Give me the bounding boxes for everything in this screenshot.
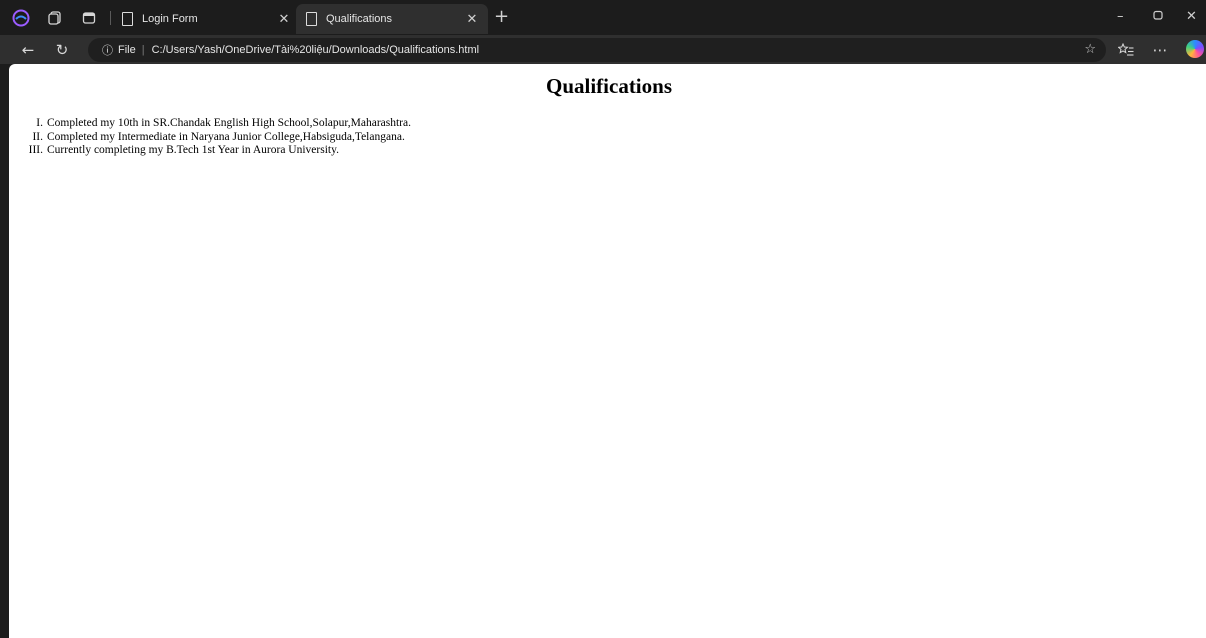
page-icon [304,12,318,26]
restore-icon[interactable] [1152,9,1164,25]
address-bar[interactable]: ⓘ File | C:/Users/Yash/OneDrive/Tài%20li… [88,38,1106,62]
window-close-icon[interactable]: ✕ [1186,9,1197,24]
tab-label: Login Form [142,13,198,25]
tab-qualifications[interactable]: Qualifications ✕ [296,4,488,34]
tab-label: Qualifications [326,13,393,25]
page-title: Qualifications [545,74,672,98]
minimize-icon[interactable]: – [1117,9,1124,24]
more-icon[interactable]: ⋯ [1150,40,1170,60]
list-item: I. Completed my 10th in SR.Chandak Engli… [9,117,709,131]
list-item-text: Completed my 10th in SR.Chandak English … [47,117,411,129]
list-item: III. Currently completing my B.Tech 1st … [9,144,709,158]
info-icon[interactable]: ⓘ [102,42,113,58]
address-divider: | [141,44,145,56]
back-arrow-icon[interactable]: ← [18,40,38,60]
list-item: II. Completed my Intermediate in Naryana… [9,131,709,145]
list-marker: I. [36,117,43,129]
qualifications-list: I. Completed my 10th in SR.Chandak Engli… [9,117,709,158]
close-icon[interactable]: ✕ [276,12,292,27]
tab-actions-icon[interactable] [80,9,98,27]
page-viewport: Qualifications I. Completed my 10th in S… [9,64,1206,638]
favorites-icon[interactable] [1116,40,1136,60]
star-icon[interactable]: ☆ [1084,42,1096,57]
new-tab-icon[interactable]: + [494,8,509,26]
list-marker: III. [28,144,43,156]
url-text[interactable]: C:/Users/Yash/OneDrive/Tài%20liệu/Downlo… [152,44,480,56]
profile-icon[interactable] [12,9,30,27]
list-item-text: Completed my Intermediate in Naryana Jun… [47,130,405,143]
refresh-icon[interactable]: ↻ [52,40,72,60]
tab-separator [110,11,111,25]
protocol-label: File [118,44,136,56]
list-item-text: Currently completing my B.Tech 1st Year … [47,144,339,156]
collections-icon[interactable] [46,9,64,27]
page-icon [120,12,134,26]
browser-toolbar: ← ↻ ⓘ File | C:/Users/Yash/OneDrive/Tài%… [0,35,1206,64]
list-marker: II. [32,130,43,143]
tab-login-form[interactable]: Login Form ✕ [112,4,300,34]
copilot-icon[interactable] [1186,40,1204,58]
close-icon[interactable]: ✕ [464,12,480,27]
browser-tab-strip: Login Form ✕ Qualifications ✕ + – ✕ [0,0,1206,35]
